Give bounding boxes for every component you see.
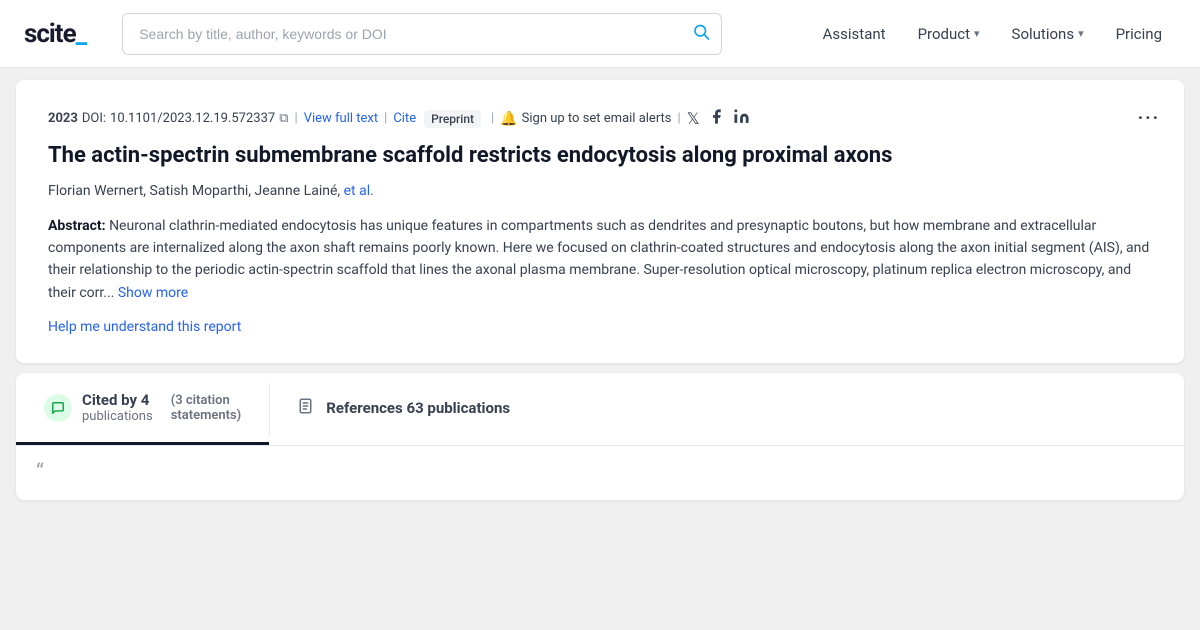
twitter-icon[interactable]: 𝕏 (687, 109, 700, 128)
logo-underscore: _ (76, 19, 87, 49)
linkedin-icon[interactable] (733, 108, 750, 129)
cited-by-icon (44, 394, 72, 422)
abstract-text: Neuronal clathrin-mediated endocytosis h… (48, 218, 1149, 301)
header: scite_ Assistant Product ▾ Solutions ▾ P… (0, 0, 1200, 68)
nav-item-solutions[interactable]: Solutions ▾ (998, 17, 1098, 51)
meta-line: 2023 DOI: 10.1101/2023.12.19.572337 ⧉ | … (48, 108, 1152, 129)
cited-by-sub-label: publications (82, 409, 153, 424)
view-full-text-link[interactable]: View full text (304, 111, 378, 126)
logo[interactable]: scite_ (24, 19, 86, 49)
citation-statements-2: statements) (171, 408, 242, 423)
alert-text[interactable]: Sign up to set email alerts (522, 111, 672, 126)
tabs-body: “ (16, 446, 1184, 500)
facebook-icon[interactable] (708, 108, 725, 129)
help-link[interactable]: Help me understand this report (48, 319, 241, 335)
cited-by-main-label: Cited by 4 (82, 391, 153, 409)
main-content: 2023 DOI: 10.1101/2023.12.19.572337 ⧉ | … (0, 68, 1200, 630)
tab-cited-by[interactable]: Cited by 4 publications (3 citation stat… (16, 373, 269, 445)
nav: Assistant Product ▾ Solutions ▾ Pricing (809, 17, 1176, 51)
abstract-label: Abstract: (48, 218, 106, 234)
doi-value: 10.1101/2023.12.19.572337 (110, 111, 275, 126)
tabs-header: Cited by 4 publications (3 citation stat… (16, 373, 1184, 446)
product-chevron-icon: ▾ (974, 27, 980, 40)
nav-item-pricing[interactable]: Pricing (1102, 17, 1176, 51)
article-year: 2023 (48, 111, 78, 126)
more-options-button[interactable]: ··· (1138, 108, 1160, 129)
nav-item-product[interactable]: Product ▾ (904, 17, 994, 51)
doi-label: DOI: (82, 111, 106, 126)
nav-item-assistant[interactable]: Assistant (809, 17, 900, 51)
quote-icon: “ (36, 462, 44, 484)
search-icon[interactable] (692, 22, 710, 45)
authors-text: Florian Wernert, Satish Moparthi, Jeanne… (48, 183, 337, 199)
tab-references[interactable]: References 63 publications (270, 373, 538, 445)
article-card: 2023 DOI: 10.1101/2023.12.19.572337 ⧉ | … (16, 80, 1184, 363)
show-more-link[interactable]: Show more (118, 285, 188, 301)
preprint-badge: Preprint (424, 110, 481, 128)
tabs-card: Cited by 4 publications (3 citation stat… (16, 373, 1184, 500)
bell-icon: 🔔 (500, 111, 517, 127)
references-icon (298, 397, 316, 419)
citation-statements-1: (3 citation (171, 393, 230, 408)
authors: Florian Wernert, Satish Moparthi, Jeanne… (48, 183, 1152, 199)
abstract: Abstract: Neuronal clathrin-mediated end… (48, 215, 1152, 305)
search-bar (122, 13, 722, 55)
authors-et-al-link[interactable]: et al. (344, 183, 374, 199)
references-label: References 63 publications (326, 399, 510, 417)
copy-icon[interactable]: ⧉ (279, 111, 288, 126)
solutions-chevron-icon: ▾ (1078, 27, 1084, 40)
social-icons: 𝕏 (687, 108, 750, 129)
cited-by-text: Cited by 4 publications (82, 391, 153, 424)
cite-link[interactable]: Cite (393, 111, 416, 126)
search-input[interactable] (122, 13, 722, 55)
article-title: The actin-spectrin submembrane scaffold … (48, 141, 1152, 171)
